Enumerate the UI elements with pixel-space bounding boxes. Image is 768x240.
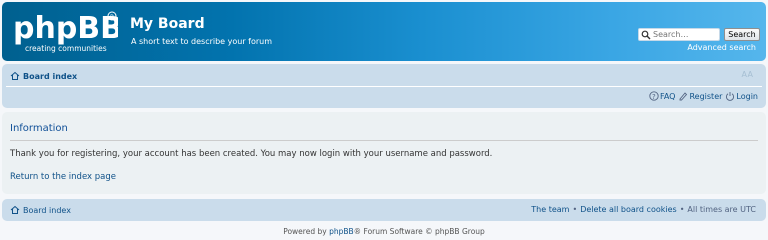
register-label: Register [689,91,723,101]
svg-text:R: R [110,14,114,21]
logo-main-text: phpBB [13,11,118,46]
phpbb-logo[interactable]: phpBB R creating communities [12,8,118,54]
search-icon [641,30,651,39]
copyright-prefix: Powered by [283,227,327,236]
site-description: A short text to describe your forum [131,37,273,46]
timezone-info: All times are UTC [687,205,756,214]
footer-navbar: Board index The team • Delete all board … [2,199,766,221]
site-title[interactable]: My Board [130,16,205,32]
breadcrumb: Board index [10,71,77,81]
logo-sub-text: creating communities [25,44,107,53]
copyright-suffix: ® Forum Software © phpBB Group [353,227,485,236]
team-link[interactable]: The team [531,205,569,214]
faq-icon: ? [649,91,659,101]
login-label: Login [736,91,758,101]
copyright: Powered by phpBB® Forum Software © phpBB… [0,227,768,236]
search-field[interactable] [638,28,720,41]
register-icon [680,92,688,101]
footer-breadcrumb: Board index [10,205,71,215]
information-panel: Information Thank you for registering, y… [2,112,766,194]
faq-label: FAQ [659,91,676,101]
home-icon [10,71,20,80]
footer-board-index-link[interactable]: Board index [23,206,71,215]
advanced-search-link[interactable]: Advanced search [687,43,756,52]
register-link[interactable]: Register [678,91,722,101]
return-to-index-link[interactable]: Return to the index page [10,172,116,182]
breadcrumb-board-index[interactable]: Board index [23,72,77,81]
home-icon [10,205,20,214]
navbar: Board index A A ? FAQ Register Login [2,64,766,108]
font-size-control[interactable]: A A [742,70,753,79]
footer-links: The team • Delete all board cookies • Al… [531,205,756,214]
panel-title: Information [10,123,68,134]
search-button[interactable]: Search [724,28,760,41]
nav-links: ? FAQ Register Login [649,91,758,101]
registration-message: Thank you for registering, your account … [10,149,493,159]
search-input[interactable] [653,30,719,39]
panel-divider [10,140,758,141]
nav-divider [6,86,762,87]
login-link[interactable]: Login [725,91,758,101]
phpbb-link[interactable]: phpBB [329,227,354,236]
separator: • [572,205,578,214]
site-header: phpBB R creating communities My Board A … [2,2,766,61]
separator: • [679,205,685,214]
delete-cookies-link[interactable]: Delete all board cookies [580,205,677,214]
faq-link[interactable]: ? FAQ [649,91,676,101]
page: phpBB R creating communities My Board A … [0,0,768,240]
login-icon [726,92,735,101]
svg-text:?: ? [652,93,656,101]
